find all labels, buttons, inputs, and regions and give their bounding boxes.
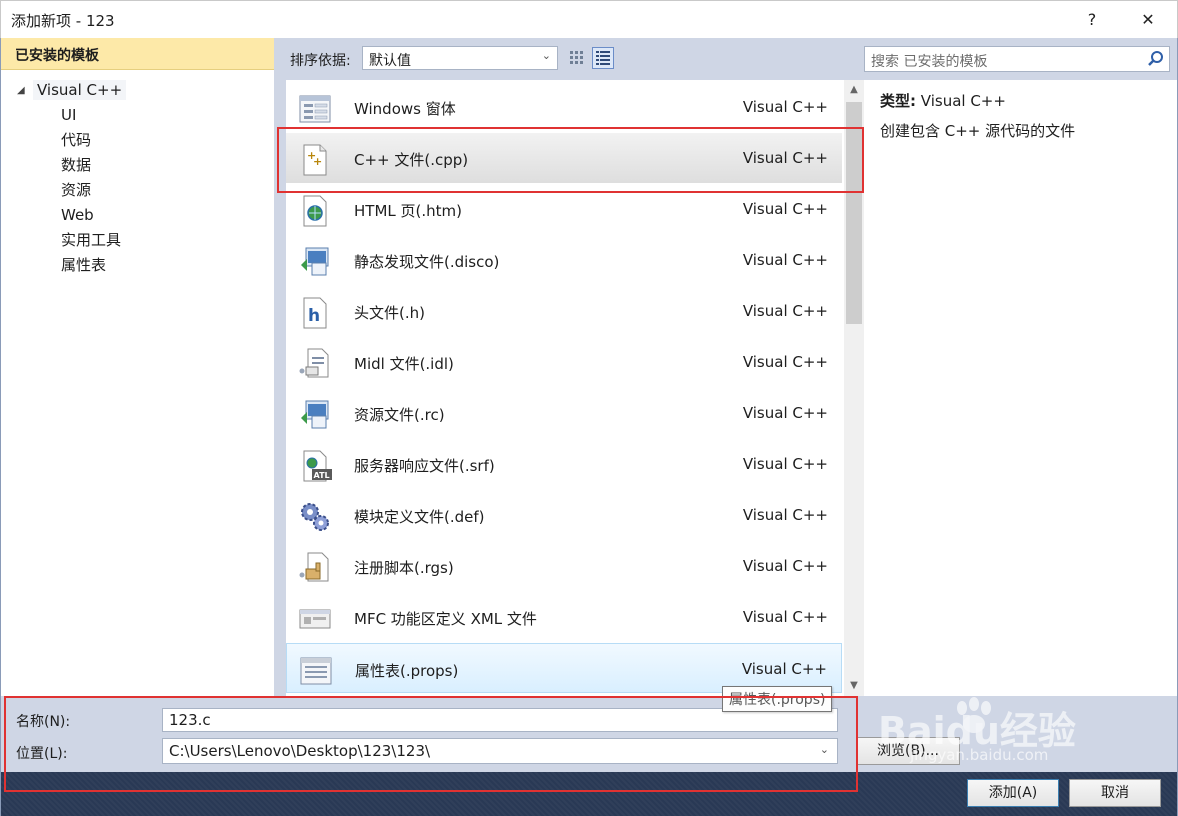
template-name: 注册脚本(.rgs) — [354, 559, 454, 577]
template-language: Visual C++ — [741, 660, 827, 678]
template-language: Visual C++ — [742, 608, 828, 626]
tree-item-property-sheet[interactable]: 属性表 — [61, 253, 106, 277]
tree-item-visual-cpp[interactable]: ◢ Visual C++ — [17, 78, 127, 102]
template-search-box[interactable]: 搜索 已安装的模板 — [864, 46, 1170, 72]
template-name: C++ 文件(.cpp) — [354, 151, 469, 169]
grid-view-icon — [570, 51, 583, 64]
template-row[interactable]: h 头文件(.h) Visual C++ — [286, 286, 842, 336]
window-title: 添加新项 - 123 — [11, 12, 115, 30]
details-view-button[interactable] — [592, 47, 614, 69]
html-page-icon — [303, 195, 327, 227]
template-row[interactable]: 静态发现文件(.disco) Visual C++ — [286, 235, 842, 285]
expanded-arrow-icon[interactable]: ◢ — [17, 85, 33, 96]
location-input[interactable]: C:\Users\Lenovo\Desktop\123\123\ ⌄ — [162, 738, 838, 764]
tree-item-utility[interactable]: 实用工具 — [61, 228, 121, 252]
template-name: 属性表(.props) — [355, 662, 459, 680]
scroll-thumb[interactable] — [846, 102, 862, 324]
svg-text:h: h — [308, 306, 320, 326]
scroll-up-arrow-icon[interactable]: ▲ — [844, 80, 864, 100]
list-view-icon — [596, 51, 610, 65]
template-language: Visual C++ — [742, 251, 828, 269]
sort-toolbar: 排序依据: 默认值 ⌄ — [276, 38, 864, 80]
template-language: Visual C++ — [742, 353, 828, 371]
title-bar: 添加新项 - 123 ? ✕ — [0, 0, 1178, 38]
cancel-button[interactable]: 取消 — [1069, 779, 1161, 807]
watermark-url: jingyan.baidu.com — [910, 746, 1049, 764]
template-language: Visual C++ — [742, 455, 828, 473]
template-name: Midl 文件(.idl) — [354, 355, 454, 373]
add-button[interactable]: 添加(A) — [967, 779, 1059, 807]
cpp-file-icon: + + — [303, 144, 327, 176]
template-name: MFC 功能区定义 XML 文件 — [354, 610, 537, 628]
template-row-selected[interactable]: + + C++ 文件(.cpp) Visual C++ — [286, 133, 842, 183]
template-list-scrollbar[interactable]: ▲ ▼ — [844, 80, 864, 696]
item-tooltip: 属性表(.props) — [722, 686, 833, 712]
type-value: Visual C++ — [920, 92, 1006, 110]
resource-file-icon — [301, 400, 329, 429]
template-name: 资源文件(.rc) — [354, 406, 445, 424]
close-button[interactable]: ✕ — [1125, 1, 1171, 39]
baidu-watermark: Baidu经验 jingyan.baidu.com — [870, 690, 1120, 770]
template-row[interactable]: 资源文件(.rc) Visual C++ — [286, 388, 842, 438]
template-language: Visual C++ — [742, 506, 828, 524]
small-icons-view-button[interactable] — [566, 47, 588, 69]
template-language: Visual C++ — [742, 404, 828, 422]
template-language: Visual C++ — [742, 302, 828, 320]
template-row[interactable]: 注册脚本(.rgs) Visual C++ — [286, 541, 842, 591]
svg-text:+: + — [313, 155, 322, 168]
sort-value: 默认值 — [369, 53, 411, 69]
rgs-file-icon — [299, 552, 329, 582]
template-tree-panel: 已安装的模板 ◢ Visual C++ UI 代码 数据 资源 Web 实用工具… — [1, 38, 275, 696]
name-label: 名称(N): — [16, 714, 71, 730]
template-language: Visual C++ — [742, 557, 828, 575]
search-icon[interactable] — [1147, 50, 1165, 68]
template-description: 创建包含 C++ 源代码的文件 — [880, 122, 1076, 140]
template-language: Visual C++ — [742, 200, 828, 218]
tree-item-resource[interactable]: 资源 — [61, 178, 91, 202]
tree-item-label: Visual C++ — [33, 80, 127, 100]
template-row[interactable]: Windows 窗体 Visual C++ — [286, 82, 842, 132]
template-name: 静态发现文件(.disco) — [354, 253, 500, 271]
template-name: 模块定义文件(.def) — [354, 508, 485, 526]
srf-file-icon: ATL — [303, 450, 332, 482]
template-row[interactable]: ATL 服务器响应文件(.srf) Visual C++ — [286, 439, 842, 489]
template-row[interactable]: MFC 功能区定义 XML 文件 Visual C++ — [286, 592, 842, 642]
template-row[interactable]: 模块定义文件(.def) Visual C++ — [286, 490, 842, 540]
disco-file-icon — [301, 247, 329, 276]
installed-templates-header: 已安装的模板 — [1, 38, 274, 70]
location-value: C:\Users\Lenovo\Desktop\123\123\ — [169, 742, 431, 760]
idl-file-icon — [299, 348, 329, 378]
help-button[interactable]: ? — [1069, 1, 1115, 39]
header-file-icon: h — [303, 297, 327, 329]
chevron-down-icon: ⌄ — [541, 49, 551, 62]
location-label: 位置(L): — [16, 746, 68, 762]
tree-item-code[interactable]: 代码 — [61, 128, 91, 152]
template-name: HTML 页(.htm) — [354, 202, 462, 220]
form-icon — [299, 95, 331, 123]
props-file-icon — [300, 657, 332, 685]
mfc-ribbon-icon — [299, 609, 331, 629]
template-type: 类型: Visual C++ — [880, 90, 1006, 111]
def-file-icon — [301, 503, 329, 531]
tree-item-web[interactable]: Web — [61, 203, 94, 227]
template-details-panel: 类型: Visual C++ 创建包含 C++ 源代码的文件 — [864, 80, 1177, 696]
type-label: 类型: — [880, 92, 916, 110]
svg-text:ATL: ATL — [314, 471, 330, 480]
tree-item-data[interactable]: 数据 — [61, 153, 91, 177]
sort-dropdown[interactable]: 默认值 ⌄ — [362, 46, 558, 70]
template-language: Visual C++ — [742, 149, 828, 167]
template-name: 头文件(.h) — [354, 304, 425, 322]
tree-item-ui[interactable]: UI — [61, 103, 76, 127]
chevron-down-icon[interactable]: ⌄ — [820, 743, 829, 756]
template-row[interactable]: HTML 页(.htm) Visual C++ — [286, 184, 842, 234]
search-placeholder: 搜索 已安装的模板 — [871, 54, 988, 70]
template-row[interactable]: Midl 文件(.idl) Visual C++ — [286, 337, 842, 387]
template-list: Windows 窗体 Visual C++ + + C++ 文件(.cpp) V… — [286, 80, 844, 696]
sort-label: 排序依据: — [290, 53, 351, 69]
scroll-down-arrow-icon[interactable]: ▼ — [844, 676, 864, 696]
template-name: 服务器响应文件(.srf) — [354, 457, 495, 475]
template-language: Visual C++ — [742, 98, 828, 116]
template-name: Windows 窗体 — [354, 100, 456, 118]
